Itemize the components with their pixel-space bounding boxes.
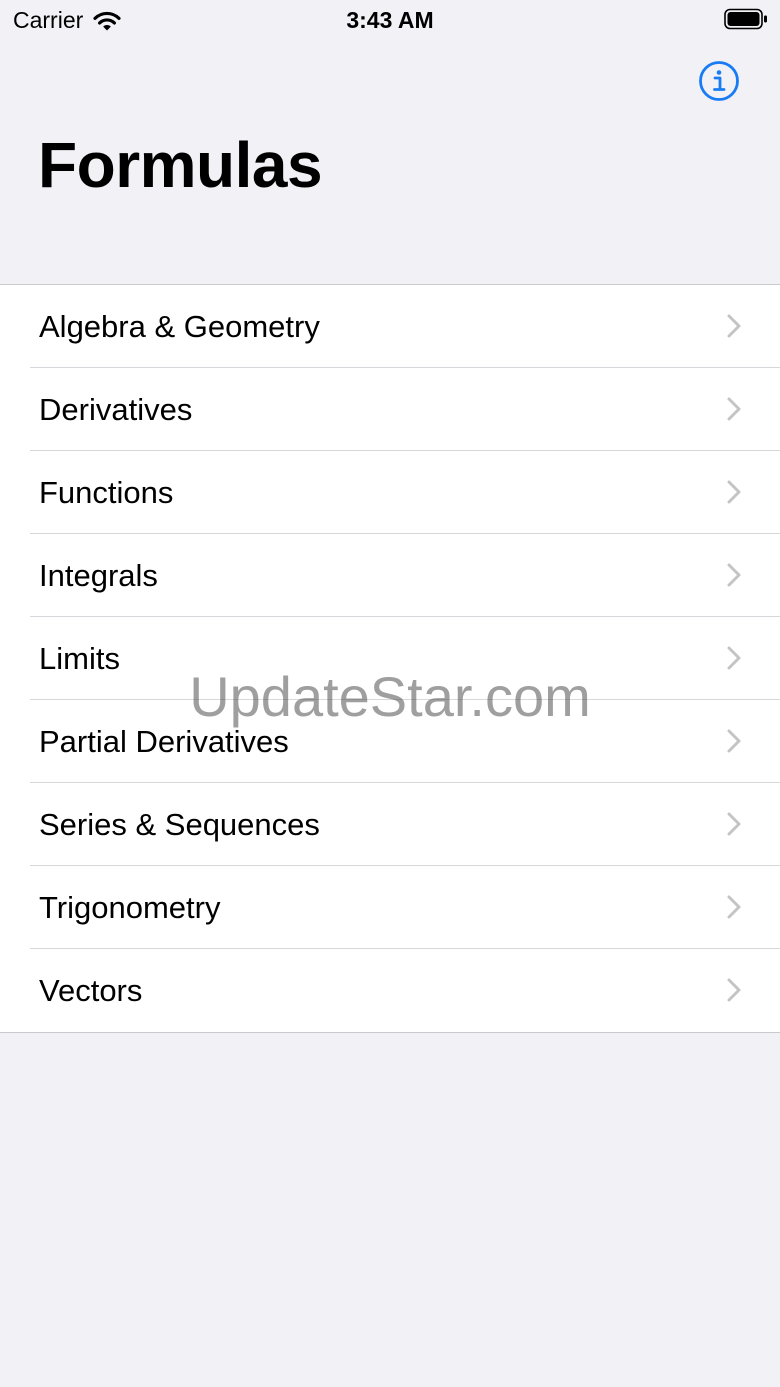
- list-item-label: Partial Derivatives: [39, 724, 289, 759]
- list-item-label: Series & Sequences: [39, 807, 320, 842]
- chevron-right-icon: [727, 480, 741, 504]
- chevron-right-icon: [727, 563, 741, 587]
- clock: 3:43 AM: [346, 7, 434, 33]
- chevron-right-icon: [727, 978, 741, 1002]
- chevron-right-icon: [727, 812, 741, 836]
- list-item-series-sequences[interactable]: Series & Sequences: [0, 782, 780, 866]
- list-item-label: Algebra & Geometry: [39, 309, 320, 344]
- list-item-label: Trigonometry: [39, 890, 221, 925]
- page-title: Formulas: [38, 129, 323, 201]
- list-item-algebra-geometry[interactable]: Algebra & Geometry: [0, 285, 780, 368]
- list-item-functions[interactable]: Functions: [0, 450, 780, 534]
- list-item-label: Derivatives: [39, 392, 193, 427]
- chevron-right-icon: [727, 314, 741, 338]
- list-item-integrals[interactable]: Integrals: [0, 533, 780, 617]
- list-item-trigonometry[interactable]: Trigonometry: [0, 865, 780, 949]
- list-item-limits[interactable]: Limits: [0, 616, 780, 700]
- list-item-vectors[interactable]: Vectors: [0, 948, 780, 1032]
- info-icon[interactable]: [698, 60, 740, 102]
- list-item-label: Integrals: [39, 558, 158, 593]
- list-item-label: Functions: [39, 475, 174, 510]
- status-bar: Carrier 3:43 AM: [0, 0, 780, 40]
- chevron-right-icon: [727, 397, 741, 421]
- chevron-right-icon: [727, 646, 741, 670]
- list-item-label: Vectors: [39, 973, 143, 1008]
- chevron-right-icon: [727, 895, 741, 919]
- list-item-label: Limits: [39, 641, 120, 676]
- category-list: Algebra & Geometry Derivatives Functions…: [0, 284, 780, 1033]
- battery-icon: [724, 8, 767, 30]
- list-item-partial-derivatives[interactable]: Partial Derivatives: [0, 699, 780, 783]
- chevron-right-icon: [727, 729, 741, 753]
- list-item-derivatives[interactable]: Derivatives: [0, 367, 780, 451]
